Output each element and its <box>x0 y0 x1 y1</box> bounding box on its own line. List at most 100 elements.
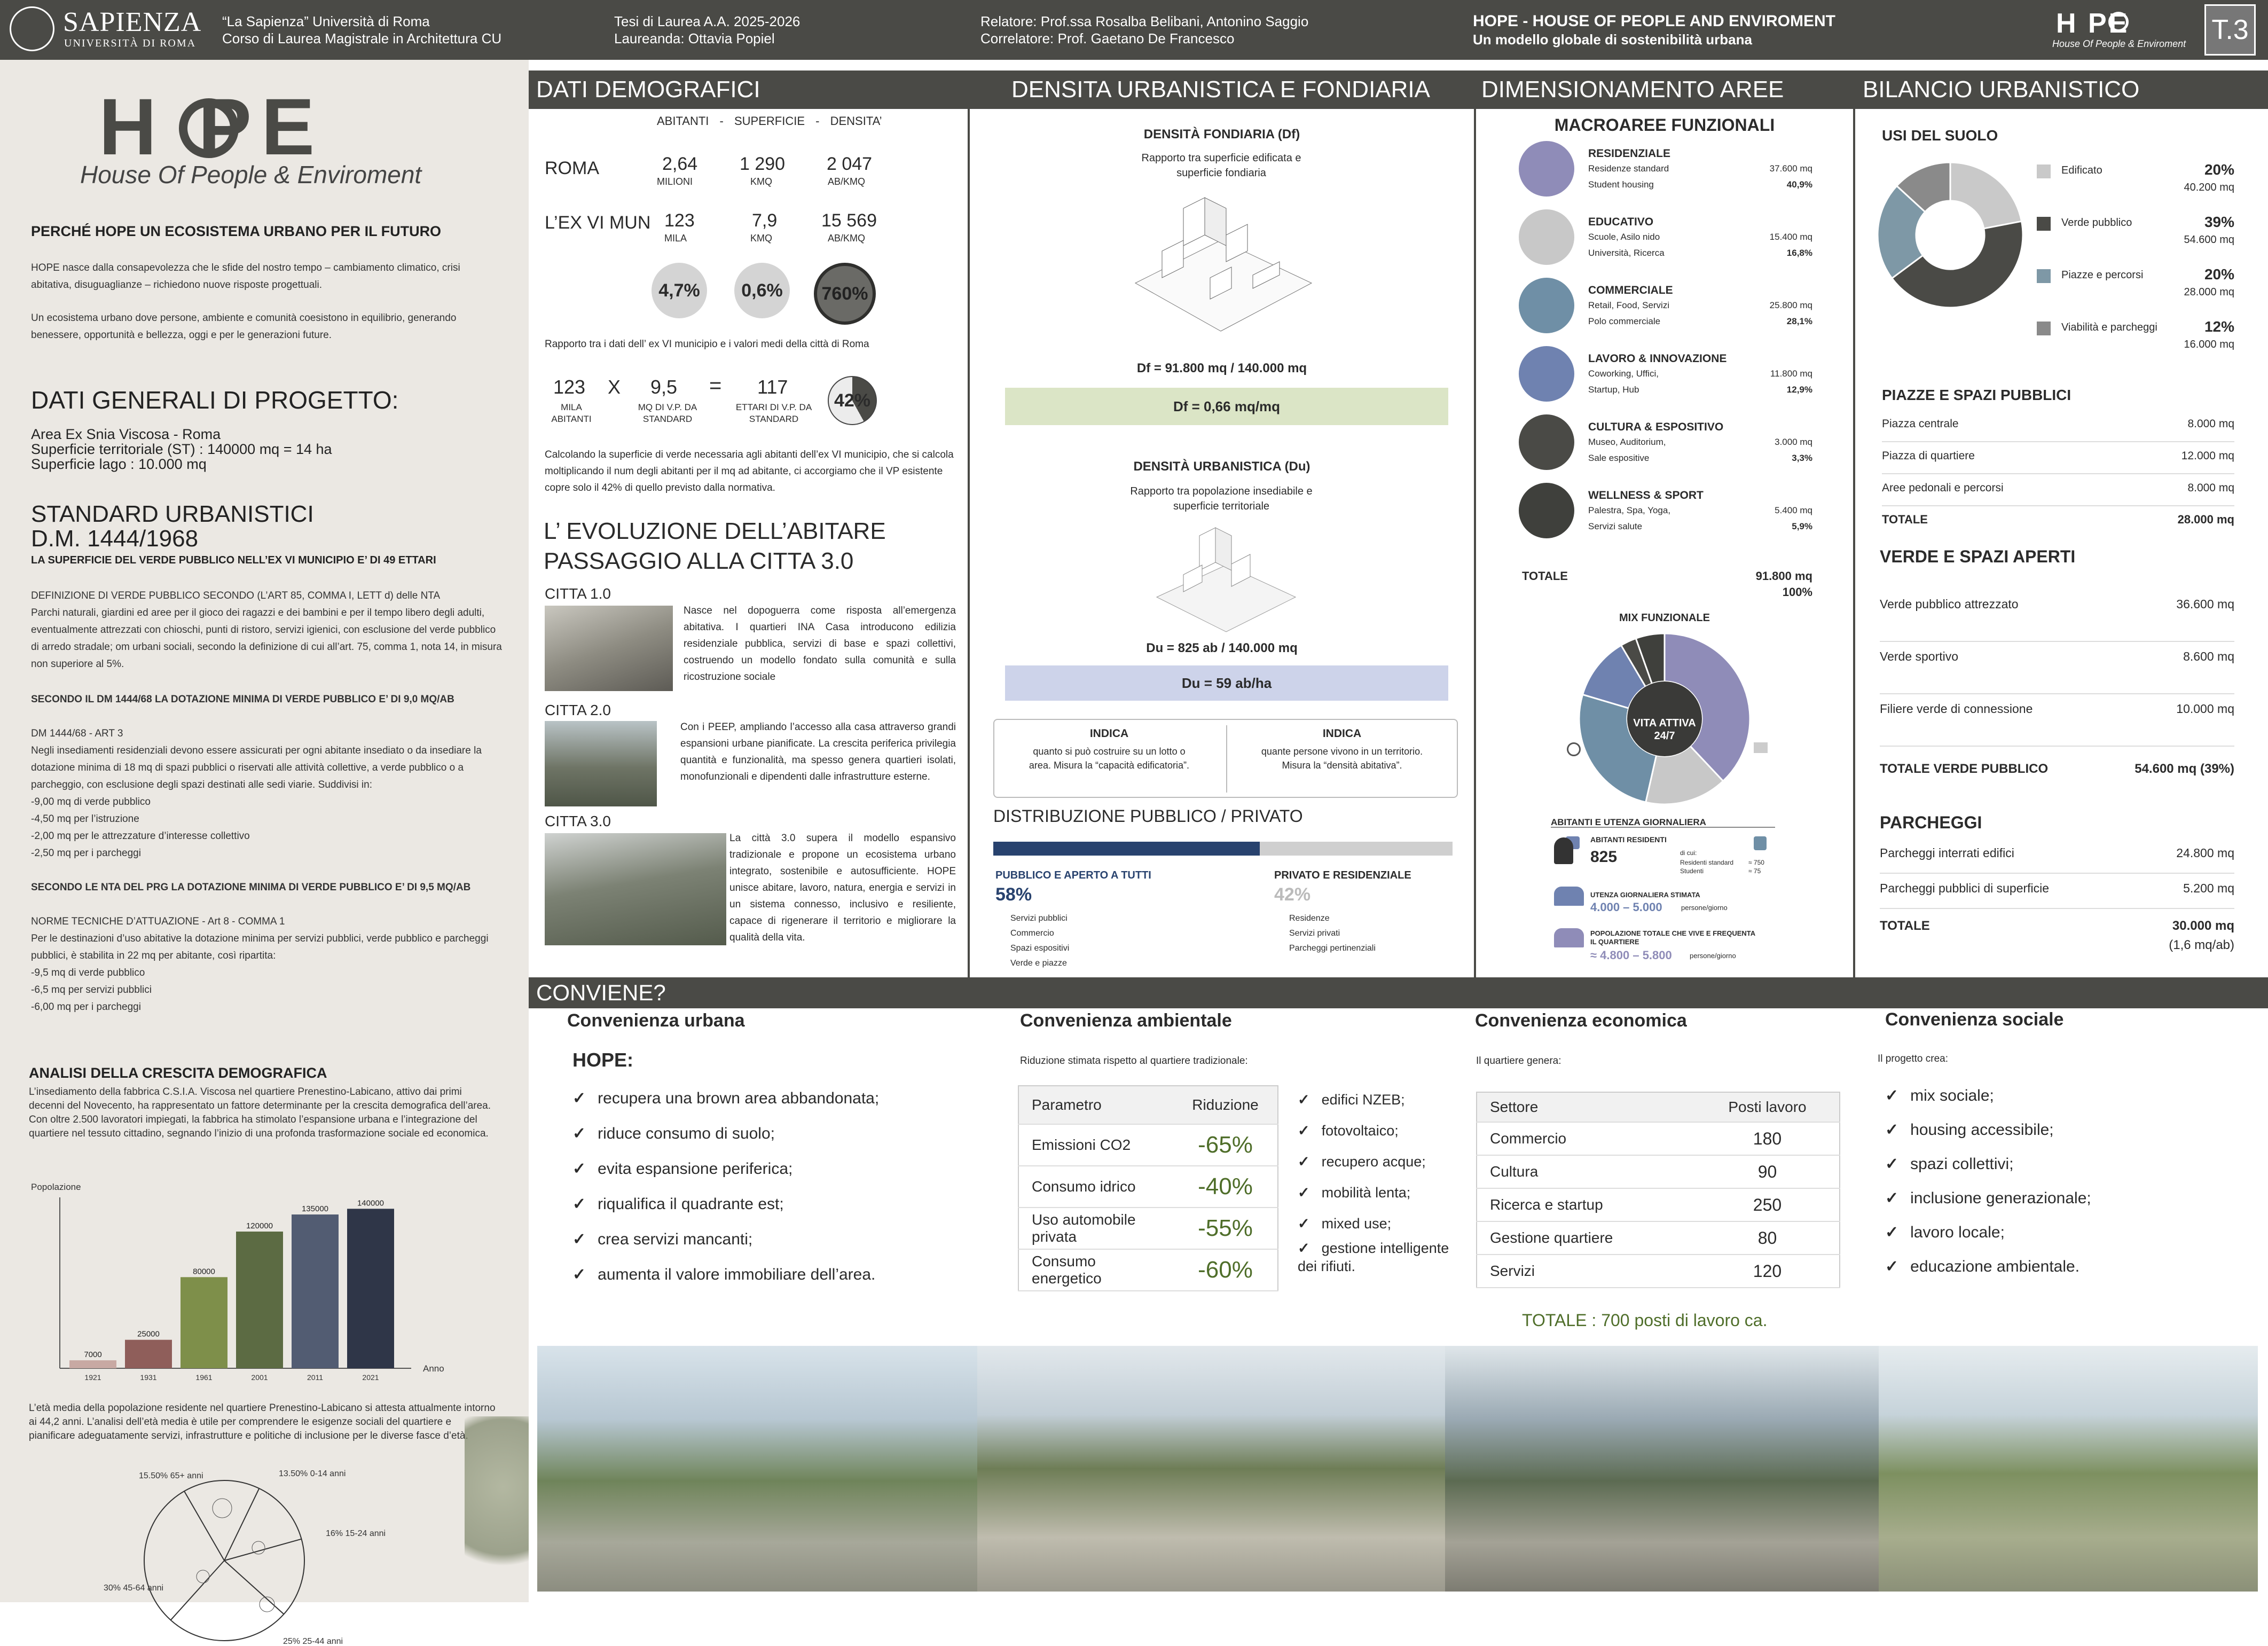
eq-unit-1: MILA ABITANTI <box>551 402 592 424</box>
amb-table: Parametro Riduzione Emissioni CO2 -65% Consu… <box>1018 1085 1278 1291</box>
citta1-text: Nasce nel dopoguerra come risposta all’e… <box>684 605 956 683</box>
render-photo-3 <box>1445 1346 1879 1592</box>
table-row: Servizi 120 <box>1477 1255 1840 1288</box>
briefcase-icon <box>1519 346 1574 402</box>
roma-densita: 2 047 <box>827 154 873 174</box>
ab-res-std: Residenti standard <box>1680 859 1734 866</box>
ab-res-stu-v: ≈ 75 <box>1748 867 1761 875</box>
table-cell: Consumo energetico <box>1018 1249 1173 1291</box>
eq-mq: 9,5 <box>650 376 678 398</box>
table-cell: Gestione quartiere <box>1477 1221 1696 1255</box>
pub-title: PUBBLICO E APERTO A TUTTI <box>995 869 1151 881</box>
age-label-45-64: 30% 45-64 anni <box>104 1584 163 1593</box>
macro-pct: 12,9% <box>1786 385 1812 395</box>
densita-panel: DENSITÀ FONDIARIA (Df) Rapporto tra supe… <box>970 107 1474 977</box>
check-icon: ✓ <box>572 1195 586 1213</box>
df-isometric-diagram <box>1134 197 1313 332</box>
age-slice-edge <box>224 1560 285 1615</box>
macro-name: COMMERCIALE <box>1588 284 1673 296</box>
eco-title: Convenienza economica <box>1475 1010 1687 1031</box>
macro-pct: 28,1% <box>1786 316 1812 326</box>
check-text: lavoro locale; <box>1910 1224 2005 1241</box>
citta3-text: La città 3.0 supera il modello espansivo… <box>729 833 956 943</box>
tree-illustration <box>465 1416 529 1593</box>
legend-name: Piazze e percorsi <box>2061 269 2144 281</box>
amb-title: Convenienza ambientale <box>1020 1010 1232 1031</box>
header-abitanti: ABITANTI <box>657 114 709 128</box>
demo-caption: Rapporto tra i dati dell’ ex VI municipi… <box>545 339 869 350</box>
piazze-value: 8.000 mq <box>2187 418 2234 430</box>
eco-table: Settore Posti lavoro Commercio 180 Cultura 90… <box>1476 1092 1840 1288</box>
dist-title: DISTRIBUZIONE PUBBLICO / PRIVATO <box>993 806 1303 826</box>
pub-item: Servizi pubblici <box>1010 914 1068 923</box>
macro-pct: 16,8% <box>1786 248 1812 258</box>
amb-lead: Riduzione stimata rispetto al quartiere … <box>1020 1055 1248 1067</box>
age-slice-edge <box>224 1488 260 1561</box>
check-icon: ✓ <box>572 1090 586 1107</box>
piazze-label: Piazza centrale <box>1882 418 1959 430</box>
verde-value: 36.600 mq <box>2176 597 2234 611</box>
macro-mq: 15.400 mq <box>1769 232 1812 242</box>
legend-mq: 16.000 mq <box>2184 339 2234 350</box>
render-photo-1 <box>537 1346 977 1592</box>
legend-mq: 40.200 mq <box>2184 182 2234 193</box>
macro-line-1: Retail, Food, Servizi <box>1588 300 1670 310</box>
macro-line-2: Student housing <box>1588 179 1654 190</box>
check-icon: ✓ <box>1885 1155 1899 1173</box>
pop-bar <box>347 1209 394 1368</box>
check-item: ✓ mobilità lenta; <box>1298 1177 1458 1208</box>
pop-tick-label: 1961 <box>195 1373 212 1382</box>
uso-donut-chart <box>1877 161 2024 309</box>
check-text: inclusione generazionale; <box>1910 1189 2091 1207</box>
age-pie-chart: 15.50% 65+ anni 13.50% 0-14 anni 16% 15-… <box>104 1469 386 1646</box>
ut-unit: persone/giorno <box>1681 904 1728 912</box>
dm-art: DM 1444/68 - ART 3 <box>31 728 123 739</box>
dati-line-2: Superficie territoriale (ST) : 140000 mq… <box>31 441 332 457</box>
check-item: ✓ lavoro locale; <box>1885 1216 2091 1250</box>
table-header-row: Settore Posti lavoro <box>1477 1092 1840 1123</box>
bilancio-panel: USI DEL SUOLO PIAZZE E SPAZI PUBBLICI TO… <box>1855 107 2268 977</box>
pub-pct: 58% <box>995 884 1032 905</box>
check-item: ✓ edifici NZEB; <box>1298 1084 1458 1115</box>
park-value: 5.200 mq <box>2183 881 2234 895</box>
macro-line-1: Scuole, Asilo nido <box>1588 232 1660 242</box>
eq-pct: 42% <box>828 376 877 425</box>
check-item: ✓ fotovoltaico; <box>1298 1115 1458 1146</box>
pop-xlabel: Anno <box>423 1363 444 1374</box>
table-header-cell: Riduzione <box>1173 1086 1278 1125</box>
check-item: ✓ recupera una brown area abbandonata; <box>572 1081 879 1116</box>
shopping-bag-icon <box>1519 278 1574 333</box>
park-note: (1,6 mq/ab) <box>2169 938 2234 952</box>
piazze-label: Piazza di quartiere <box>1882 450 1975 462</box>
check-icon: ✓ <box>1298 1092 1310 1108</box>
legend-swatch <box>2037 164 2051 178</box>
university-name: SAPIENZA <box>63 7 202 37</box>
age-slice-edge <box>224 1538 302 1561</box>
verde-value: 8.600 mq <box>2183 649 2234 663</box>
globe-icon <box>2108 12 2129 32</box>
soc-lead: Il progetto crea: <box>1878 1053 1949 1064</box>
table-cell: Consumo idrico <box>1018 1166 1173 1208</box>
densita-title: DENSITA URBANISTICA E FONDIARIA <box>1011 76 1430 103</box>
check-icon: ✓ <box>1298 1154 1310 1170</box>
table-cell: 80 <box>1696 1221 1840 1255</box>
verde-total-value: 54.600 mq (39%) <box>2134 762 2234 776</box>
macro-total-mq: 91.800 mq <box>1755 569 1812 583</box>
thesis-year: Tesi di Laurea A.A. 2025-2026 <box>614 13 801 29</box>
check-text: educazione ambientale. <box>1910 1258 2080 1275</box>
macro-line-2: Startup, Hub <box>1588 385 1639 395</box>
uso-title: USI DEL SUOLO <box>1882 127 1998 144</box>
table-cell: 90 <box>1696 1155 1840 1189</box>
norme-title: NORME TECNICHE D’ATTUAZIONE - Art 8 - CO… <box>31 916 285 927</box>
check-text: spazi collettivi; <box>1910 1155 2014 1173</box>
course-line: Corso di Laurea Magistrale in Architettu… <box>222 30 502 46</box>
check-text: crea servizi mancanti; <box>598 1230 753 1248</box>
row-divider <box>1882 473 2234 474</box>
pop-ylabel: Popolazione <box>31 1182 81 1192</box>
citta3-photo <box>545 833 726 945</box>
pop-bar <box>292 1214 339 1368</box>
table-cell: -65% <box>1173 1124 1278 1166</box>
soc-list: ✓ mix sociale; ✓ housing accessibile; ✓ spazi… <box>1885 1079 2091 1284</box>
check-text: fotovoltaico; <box>1321 1123 1399 1139</box>
citta2-photo <box>545 721 657 806</box>
